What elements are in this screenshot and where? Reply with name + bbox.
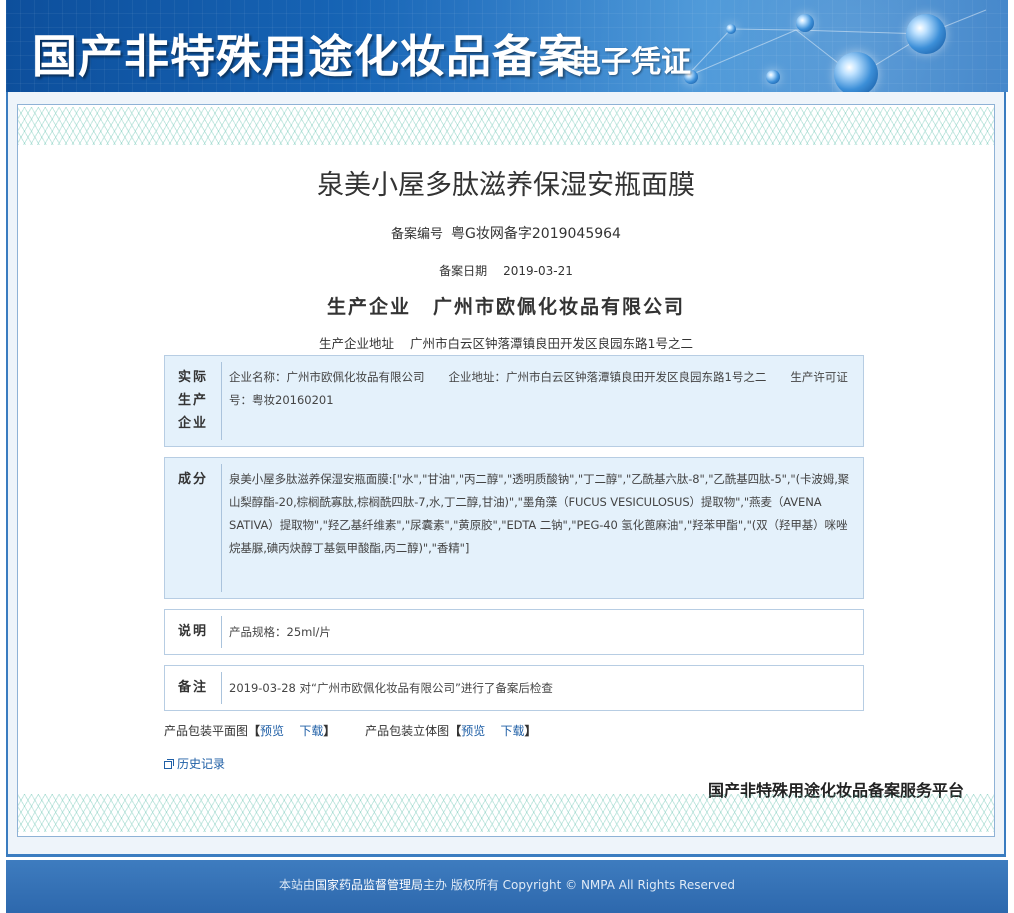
registration-date-label: 备案日期 xyxy=(439,264,488,278)
description-text: 产品规格：25ml/片 xyxy=(229,625,331,639)
box-divider xyxy=(221,464,222,592)
flat-image-preview-link[interactable]: 预览 xyxy=(260,724,284,738)
box-divider xyxy=(221,616,222,648)
sphere-decoration xyxy=(796,14,814,32)
ingredients-text: 泉美小屋多肽滋养保湿安瓶面膜:["水","甘油","丙二醇","透明质酸钠","… xyxy=(229,472,850,555)
box-divider xyxy=(221,672,222,704)
enterprise-address: 广州市白云区钟落潭镇良田开发区良园东路1号之二 xyxy=(410,336,693,351)
history-label: 历史记录 xyxy=(177,757,226,771)
enterprise-label: 生产企业 xyxy=(326,296,411,318)
ingredients-heading: 成分 xyxy=(177,472,208,487)
solid-image-label: 产品包装立体图 xyxy=(365,724,450,738)
ingredients-box: 成分 泉美小屋多肽滋养保湿安瓶面膜:["水","甘油","丙二醇","透明质酸钠… xyxy=(164,457,864,599)
remarks-heading: 备注 xyxy=(177,680,208,695)
package-images-line: 产品包装平面图【预览 下载】 产品包装立体图【预览 下载】 xyxy=(164,722,563,739)
sphere-decoration xyxy=(834,52,878,92)
solid-image-group: 产品包装立体图【预览 下载】 xyxy=(365,724,536,738)
main-frame: 泉美小屋多肽滋养保湿安瓶面膜 备案编号 粤G妆网备字2019045964 备案日期… xyxy=(6,92,1006,857)
footer-copyright: 主办 版权所有 Copyright © NMPA All Rights Rese… xyxy=(423,878,735,892)
actual-producer-heading: 实际 生产 企业 xyxy=(165,366,221,435)
flat-image-label: 产品包装平面图 xyxy=(164,724,249,738)
description-heading: 说明 xyxy=(177,624,208,639)
actual-producer-details: 企业名称：广州市欧佩化妆品有限公司 企业地址：广州市白云区钟落潭镇良田开发区良园东… xyxy=(229,366,851,412)
external-link-icon xyxy=(164,759,174,769)
actual-producer-box: 实际 生产 企业 企业名称：广州市欧佩化妆品有限公司 企业地址：广州市白云区钟落潭… xyxy=(164,355,864,447)
page-subtitle: 电子凭证 xyxy=(571,45,691,80)
description-box: 说明 产品规格：25ml/片 xyxy=(164,609,864,655)
actual-producer-name: 企业名称：广州市欧佩化妆品有限公司 xyxy=(229,370,425,384)
bracket: 【 xyxy=(449,724,462,738)
molecule-network-graphic xyxy=(685,9,987,78)
product-name: 泉美小屋多肽滋养保湿安瓶面膜 xyxy=(317,170,695,201)
remarks-box: 备注 2019-03-28 对“广州市欧佩化妆品有限公司”进行了备案后检查 xyxy=(164,665,864,711)
enterprise-line: 生产企业 广州市欧佩化妆品有限公司 xyxy=(18,292,994,319)
flat-image-download-link[interactable]: 下载 xyxy=(299,724,323,738)
flat-image-group: 产品包装平面图【预览 下载】 xyxy=(164,724,339,738)
box-divider xyxy=(221,362,222,440)
heading-line: 实际 xyxy=(177,370,208,385)
sphere-decoration xyxy=(766,70,780,84)
bracket: 【 xyxy=(248,724,261,738)
bracket: 】 xyxy=(524,724,537,738)
footer-organization: 国家药品监督管理局 xyxy=(315,878,424,892)
heading-line: 生产 xyxy=(177,393,208,408)
heading-line: 企业 xyxy=(177,416,208,431)
solid-image-preview-link[interactable]: 预览 xyxy=(461,724,485,738)
guilloche-border-top xyxy=(18,107,994,145)
solid-image-download-link[interactable]: 下载 xyxy=(500,724,524,738)
enterprise-address-label: 生产企业地址 xyxy=(319,336,395,351)
guilloche-border-bottom xyxy=(18,794,994,832)
page-title: 国产非特殊用途化妆品备案 xyxy=(32,30,585,83)
sphere-decoration xyxy=(726,24,736,34)
registration-date-line: 备案日期 2019-03-21 xyxy=(18,262,994,279)
sphere-decoration xyxy=(906,14,946,54)
footer: 本站由国家药品监督管理局主办 版权所有 Copyright © NMPA All… xyxy=(6,860,1008,913)
footer-prefix: 本站由 xyxy=(279,878,316,892)
registration-number-label: 备案编号 xyxy=(391,227,444,242)
remarks-text: 2019-03-28 对“广州市欧佩化妆品有限公司”进行了备案后检查 xyxy=(229,681,553,695)
header-banner: 国产非特殊用途化妆品备案 电子凭证 xyxy=(6,0,1008,92)
actual-producer-address: 企业地址：广州市白云区钟落潭镇良田开发区良园东路1号之二 xyxy=(448,370,767,384)
enterprise-name: 广州市欧佩化妆品有限公司 xyxy=(433,296,686,318)
bracket: 】 xyxy=(323,724,336,738)
enterprise-address-line: 生产企业地址 广州市白云区钟落潭镇良田开发区良园东路1号之二 xyxy=(18,333,994,352)
registration-number: 粤G妆网备字2019045964 xyxy=(451,226,621,242)
registration-number-line: 备案编号 粤G妆网备字2019045964 xyxy=(18,223,994,243)
history-link[interactable]: 历史记录 xyxy=(164,755,225,772)
certificate-panel: 泉美小屋多肽滋养保湿安瓶面膜 备案编号 粤G妆网备字2019045964 备案日期… xyxy=(17,104,995,837)
registration-date: 2019-03-21 xyxy=(503,264,573,278)
